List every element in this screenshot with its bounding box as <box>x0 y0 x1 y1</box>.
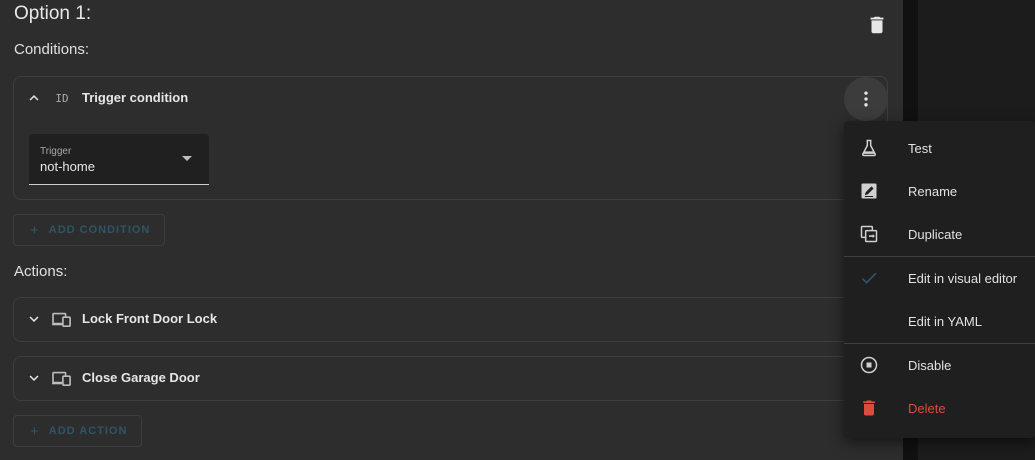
menu-item-delete[interactable]: Delete <box>844 387 1035 429</box>
dots-vertical-icon <box>864 91 868 107</box>
menu-item-label: Delete <box>908 401 946 416</box>
menu-item-edit-visual[interactable]: Edit in visual editor <box>844 257 1035 299</box>
rename-icon <box>858 180 880 202</box>
trash-icon <box>870 16 884 34</box>
menu-item-duplicate[interactable]: Duplicate <box>844 213 1035 255</box>
menu-item-edit-yaml[interactable]: Edit in YAML <box>844 300 1035 342</box>
delete-icon <box>858 397 880 419</box>
stop-circle-icon <box>858 354 880 376</box>
add-condition-button[interactable]: + ADD CONDITION <box>13 214 166 246</box>
chevron-down-icon[interactable] <box>25 310 43 328</box>
trigger-select-value: not-home <box>40 159 95 174</box>
dropdown-arrow-icon <box>182 156 192 161</box>
check-icon <box>858 267 880 289</box>
flask-icon <box>858 137 880 159</box>
menu-item-label: Test <box>908 141 932 156</box>
add-action-label: ADD ACTION <box>48 425 128 437</box>
add-action-button[interactable]: + ADD ACTION <box>13 415 143 447</box>
condition-menu-button[interactable] <box>844 77 888 121</box>
menu-item-disable[interactable]: Disable <box>844 344 1035 386</box>
devices-icon <box>51 368 73 388</box>
condition-header[interactable]: ID Trigger condition <box>14 77 887 120</box>
duplicate-icon <box>858 223 880 245</box>
action-card[interactable]: Lock Front Door Lock <box>13 297 888 342</box>
plus-icon: + <box>30 221 40 239</box>
conditions-label: Conditions: <box>14 41 90 58</box>
menu-item-test[interactable]: Test <box>844 127 1035 169</box>
trigger-select[interactable]: Trigger not-home <box>29 134 209 185</box>
menu-item-label: Disable <box>908 358 952 373</box>
option-title: Option 1: <box>14 3 92 24</box>
action-title: Close Garage Door <box>82 370 200 385</box>
menu-item-rename[interactable]: Rename <box>844 170 1035 212</box>
devices-icon <box>51 309 73 329</box>
menu-item-label: Edit in YAML <box>908 314 982 329</box>
condition-title: Trigger condition <box>82 90 189 105</box>
actions-label: Actions: <box>14 263 68 280</box>
menu-item-label: Edit in visual editor <box>908 271 1018 286</box>
menu-item-label: Rename <box>908 184 958 199</box>
trigger-select-label: Trigger <box>40 146 72 157</box>
action-title: Lock Front Door Lock <box>82 311 218 326</box>
condition-context-menu: Test Rename Duplicate Edit in visual edi… <box>844 121 1035 438</box>
menu-item-label: Duplicate <box>908 227 963 242</box>
action-card[interactable]: Close Garage Door <box>13 356 888 401</box>
delete-option-button[interactable] <box>866 14 888 36</box>
plus-icon: + <box>30 422 40 440</box>
id-icon: ID <box>55 91 69 105</box>
add-condition-label: ADD CONDITION <box>48 224 151 236</box>
condition-card: ID Trigger condition Trigger not-home <box>13 76 888 200</box>
chevron-down-icon[interactable] <box>25 369 43 387</box>
chevron-up-icon[interactable] <box>25 89 43 107</box>
